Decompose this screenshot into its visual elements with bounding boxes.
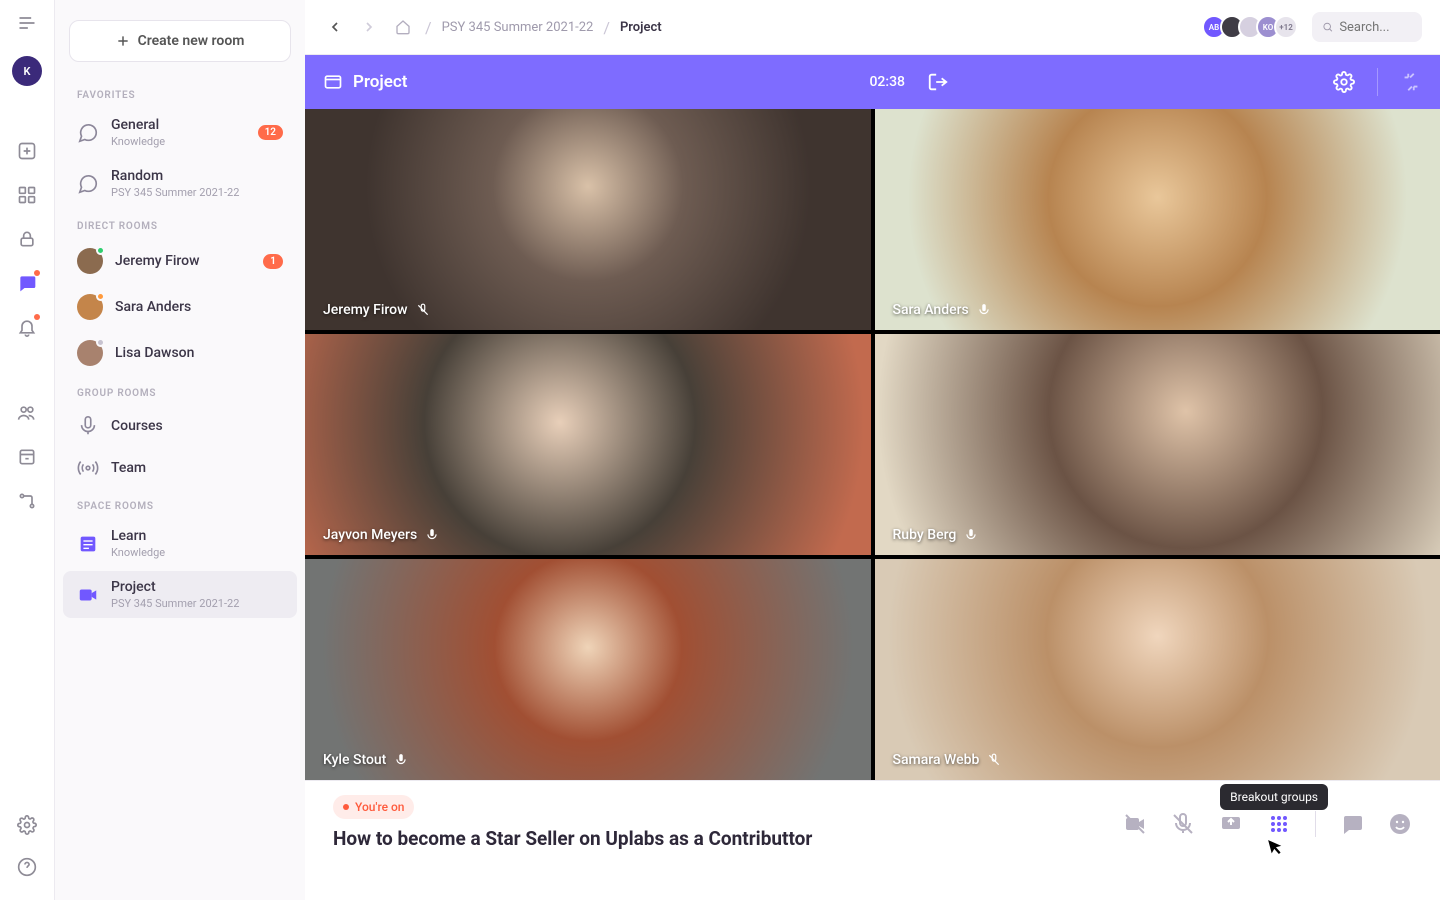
avatar-stack[interactable]: AB KO +12 — [1202, 15, 1298, 39]
share-screen-button[interactable] — [1219, 812, 1243, 836]
chat-bubble-icon — [77, 122, 99, 144]
nav-forward-button[interactable] — [357, 15, 381, 39]
control-bar — [1123, 811, 1412, 837]
video-tile[interactable]: Jeremy Firow — [305, 109, 871, 330]
call-duration: 02:38 — [869, 74, 905, 90]
video-tile[interactable]: Samara Webb — [875, 559, 1440, 780]
section-heading-direct: DIRECT ROOMS — [55, 209, 305, 238]
leave-call-button[interactable] — [927, 71, 949, 93]
video-tile[interactable]: Ruby Berg — [875, 334, 1440, 555]
bell-icon[interactable] — [16, 316, 38, 338]
footer: You're on How to become a Star Seller on… — [305, 780, 1440, 900]
user-avatar — [77, 248, 103, 274]
mic-icon — [394, 753, 408, 767]
call-settings-button[interactable] — [1333, 71, 1355, 93]
reactions-button[interactable] — [1388, 812, 1412, 836]
mic-icon — [425, 528, 439, 542]
section-heading-favorites: FAVORITES — [55, 78, 305, 107]
chat-panel-button[interactable] — [1340, 812, 1364, 836]
participant-more: +12 — [1274, 15, 1298, 39]
mic-icon — [77, 415, 99, 437]
create-room-button[interactable]: Create new room — [69, 20, 291, 62]
room-direct-lisa[interactable]: Lisa Dawson — [63, 332, 297, 374]
room-direct-sara[interactable]: Sara Anders — [63, 286, 297, 328]
sidebar: Create new room FAVORITES GeneralKnowled… — [55, 0, 305, 900]
flow-icon[interactable] — [16, 490, 38, 512]
room-space-project[interactable]: ProjectPSY 345 Summer 2021-22 — [63, 571, 297, 618]
document-icon — [77, 533, 99, 555]
room-favorites-general[interactable]: GeneralKnowledge 12 — [63, 109, 297, 156]
home-icon[interactable] — [391, 15, 415, 39]
broadcast-icon — [77, 457, 99, 479]
user-avatar — [77, 340, 103, 366]
mic-icon — [964, 528, 978, 542]
search-input[interactable] — [1339, 20, 1412, 35]
user-avatar — [77, 294, 103, 320]
minimize-button[interactable] — [1400, 71, 1422, 93]
room-group-courses[interactable]: Courses — [63, 407, 297, 445]
room-space-learn[interactable]: LearnKnowledge — [63, 520, 297, 567]
camera-toggle-button[interactable] — [1123, 812, 1147, 836]
tooltip: Breakout groups — [1220, 784, 1328, 810]
video-tile[interactable]: Sara Anders — [875, 109, 1440, 330]
video-title: Project — [353, 72, 407, 92]
topbar: / PSY 345 Summer 2021-22 / Project AB KO… — [305, 0, 1440, 55]
section-heading-group: GROUP ROOMS — [55, 376, 305, 405]
mic-muted-icon — [416, 303, 430, 317]
main-content: / PSY 345 Summer 2021-22 / Project AB KO… — [305, 0, 1440, 900]
video-icon — [77, 584, 99, 606]
create-room-label: Create new room — [138, 33, 245, 49]
recording-status: You're on — [333, 795, 414, 819]
room-direct-jeremy[interactable]: Jeremy Firow 1 — [63, 240, 297, 282]
mic-icon — [977, 303, 991, 317]
video-tile[interactable]: Jayvon Meyers — [305, 334, 871, 555]
room-group-team[interactable]: Team — [63, 449, 297, 487]
mic-toggle-button[interactable] — [1171, 812, 1195, 836]
archive-icon[interactable] — [16, 446, 38, 468]
search-icon — [1322, 20, 1333, 34]
nav-back-button[interactable] — [323, 15, 347, 39]
video-grid: Jeremy Firow Sara Anders Jayvon Meyers R… — [305, 109, 1440, 780]
unread-badge: 12 — [258, 125, 283, 140]
add-icon[interactable] — [16, 140, 38, 162]
left-rail: K — [0, 0, 55, 900]
video-header: Project 02:38 — [305, 55, 1440, 109]
unread-badge: 1 — [263, 254, 283, 269]
lock-icon[interactable] — [16, 228, 38, 250]
chat-bubble-icon — [77, 173, 99, 195]
chat-icon[interactable] — [16, 272, 38, 294]
breadcrumb-course[interactable]: PSY 345 Summer 2021-22 — [442, 20, 594, 35]
section-heading-space: SPACE ROOMS — [55, 489, 305, 518]
breadcrumb-page: Project — [620, 20, 662, 35]
room-favorites-random[interactable]: RandomPSY 345 Summer 2021-22 — [63, 160, 297, 207]
settings-icon[interactable] — [16, 814, 38, 836]
breakout-groups-button[interactable] — [1267, 812, 1291, 836]
help-icon[interactable] — [16, 856, 38, 878]
user-avatar[interactable]: K — [12, 56, 42, 86]
window-icon — [323, 72, 343, 92]
search-input-wrapper[interactable] — [1312, 12, 1422, 42]
people-icon[interactable] — [16, 402, 38, 424]
video-tile[interactable]: Kyle Stout — [305, 559, 871, 780]
menu-icon[interactable] — [16, 12, 38, 34]
mic-muted-icon — [987, 753, 1001, 767]
apps-icon[interactable] — [16, 184, 38, 206]
